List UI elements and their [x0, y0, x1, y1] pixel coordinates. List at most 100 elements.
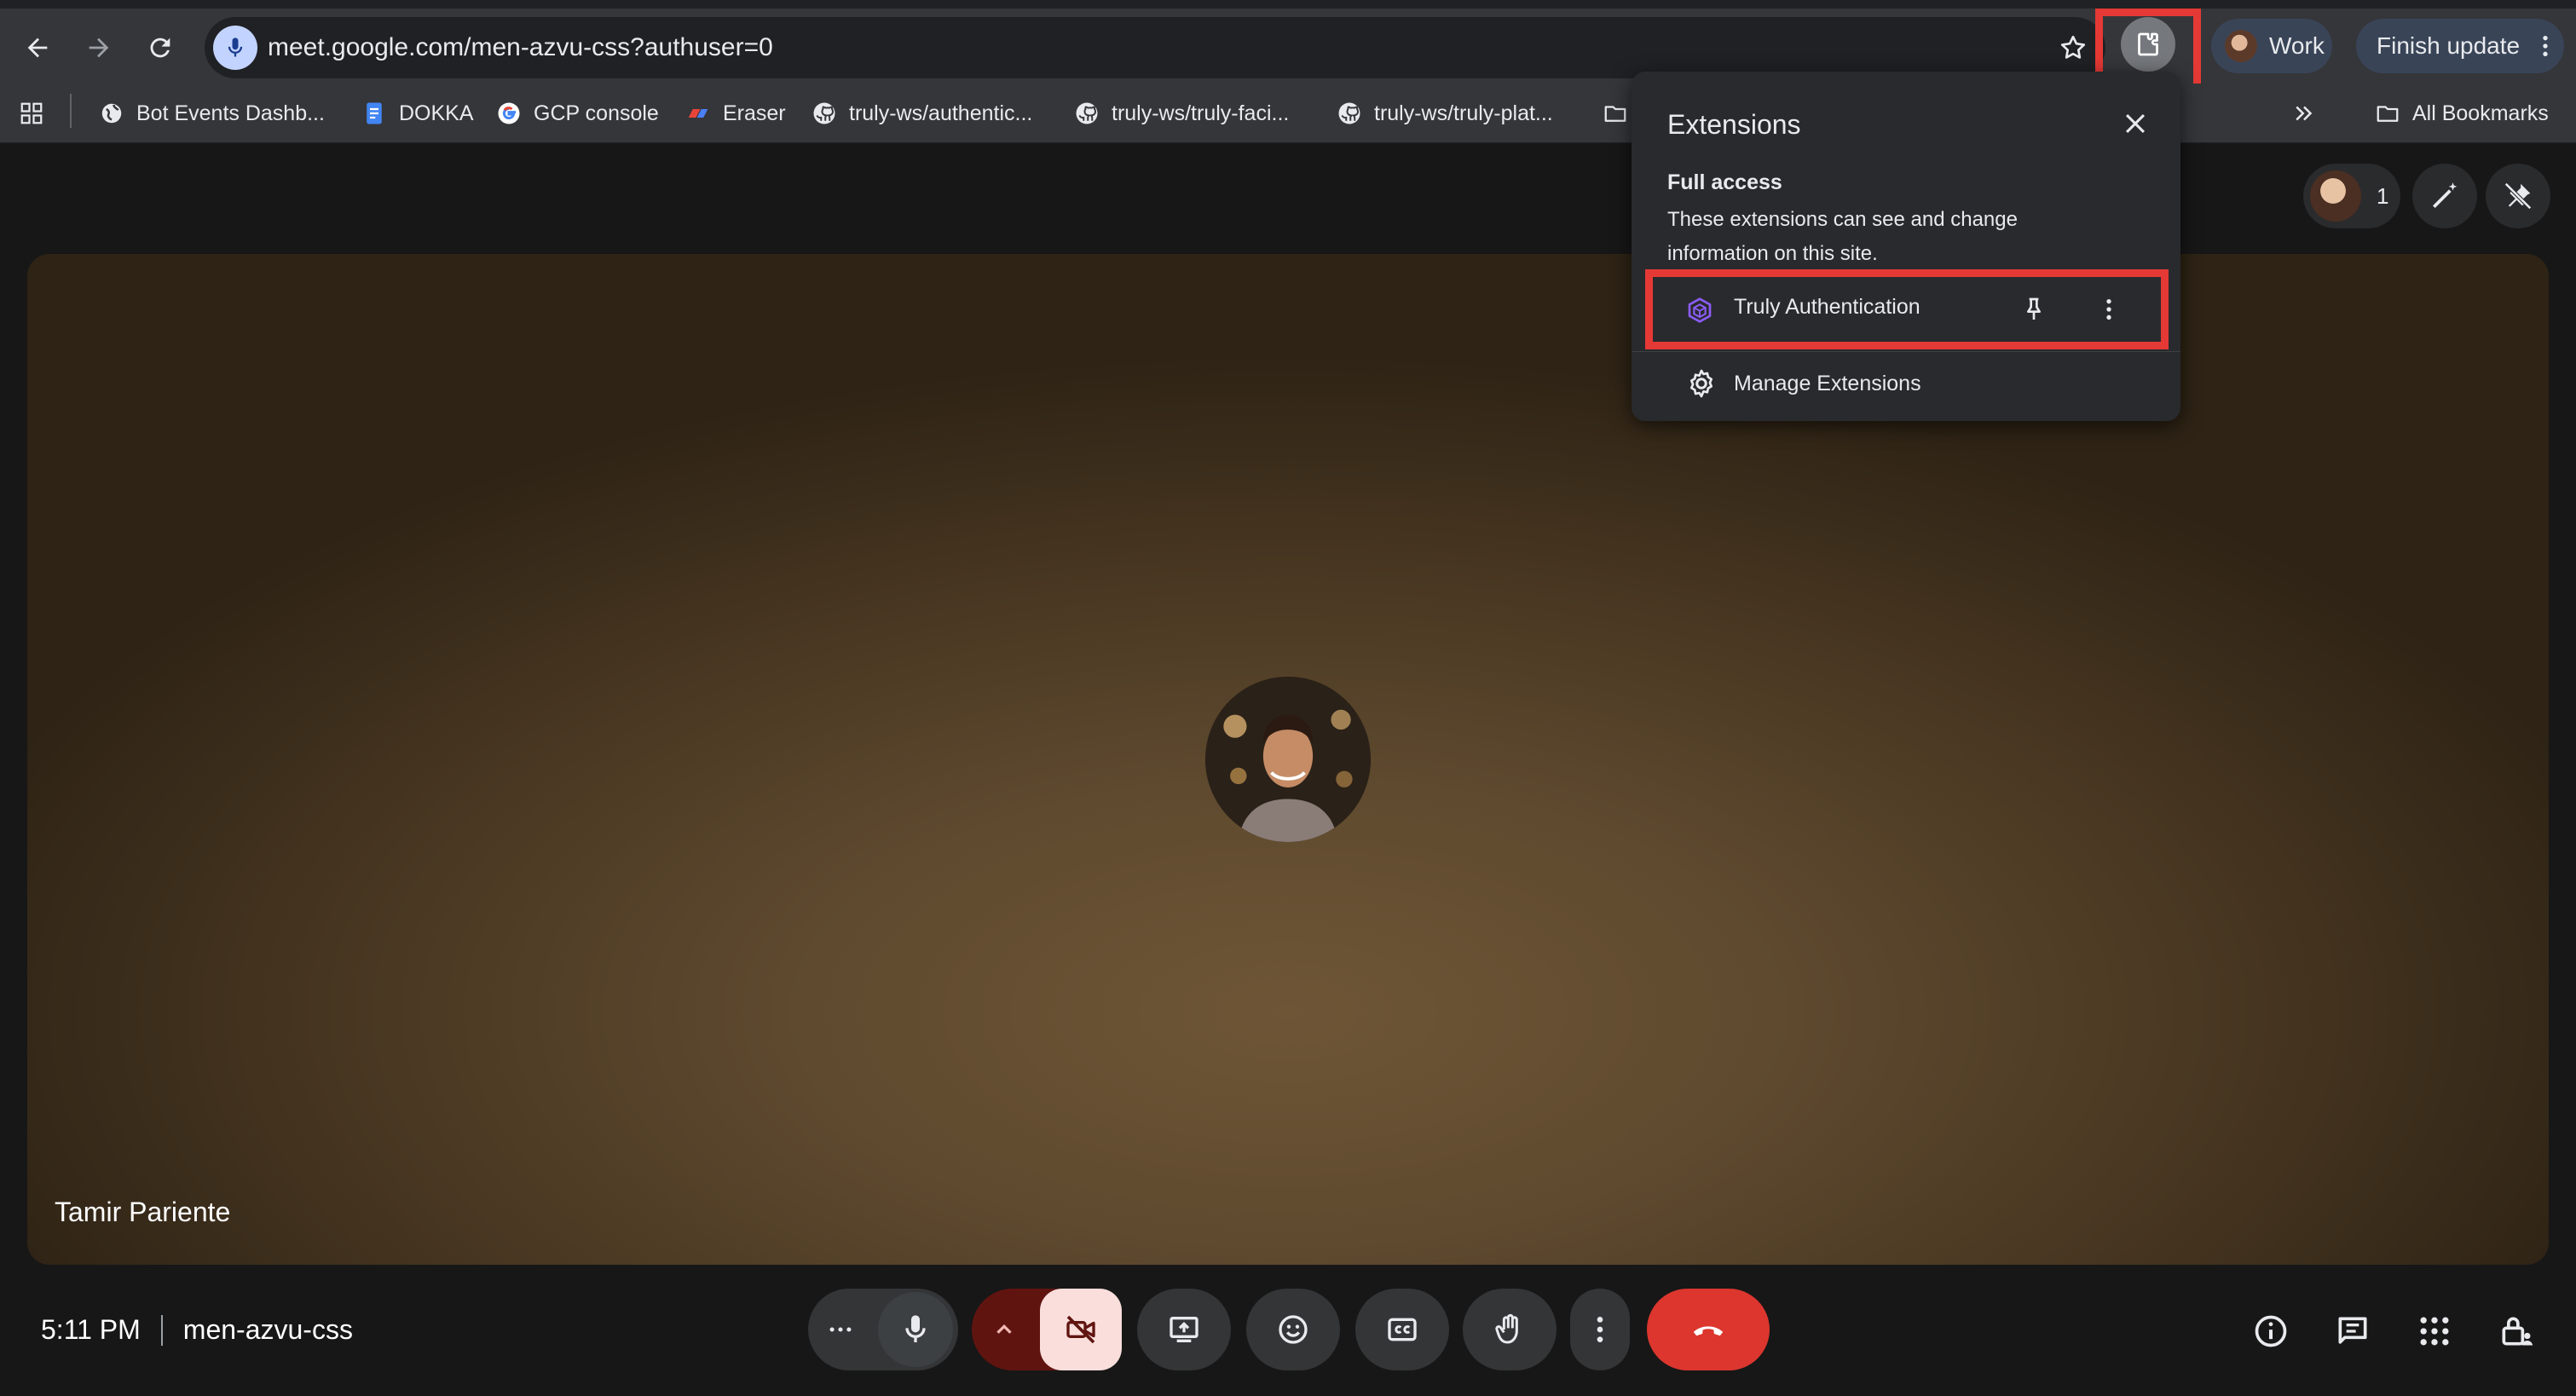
- reactions-button[interactable]: [1246, 1289, 1340, 1370]
- kebab-menu-icon: [1597, 1317, 1603, 1342]
- divider: [160, 1314, 163, 1346]
- arrow-left-icon: [27, 37, 48, 58]
- meeting-details-button[interactable]: [2250, 1311, 2291, 1352]
- manage-extensions-item[interactable]: Manage Extensions: [1654, 353, 2158, 414]
- apps-grid-icon: [20, 102, 43, 124]
- google-icon: [498, 102, 520, 124]
- all-bookmarks-label: All Bookmarks: [2412, 101, 2549, 125]
- bookmarks-overflow-button[interactable]: [2291, 84, 2317, 143]
- emoji-icon: [1279, 1315, 1308, 1344]
- participants-chip[interactable]: 1: [2303, 164, 2400, 228]
- unpin-button[interactable]: [2486, 164, 2550, 228]
- bookmark-item[interactable]: GCP console: [496, 84, 659, 143]
- extension-item-highlight: [1645, 269, 2169, 349]
- bookmark-item[interactable]: truly-ws/truly-plat...: [1337, 84, 1553, 143]
- leave-call-button[interactable]: [1647, 1289, 1770, 1370]
- participant-count: 1: [2377, 182, 2389, 209]
- address-bar[interactable]: meet.google.com/men-azvu-css?authuser=0: [205, 17, 2105, 78]
- bookmark-folder[interactable]: [1603, 84, 1628, 143]
- closed-captions-icon: [1388, 1318, 1417, 1341]
- finish-update-label: Finish update: [2377, 32, 2521, 59]
- bookmark-star-icon[interactable]: [2058, 32, 2088, 63]
- camera-off-icon: [1066, 1315, 1095, 1344]
- eraser-icon: [688, 109, 708, 118]
- more-options-button[interactable]: [1570, 1289, 1630, 1370]
- meeting-info: 5:11 PM men-azvu-css: [41, 1314, 353, 1346]
- present-screen-button[interactable]: [1137, 1289, 1231, 1370]
- lock-person-icon: [2502, 1317, 2533, 1346]
- bookmark-label: GCP console: [534, 101, 659, 125]
- folder-icon: [1604, 106, 1626, 122]
- docs-icon: [367, 102, 382, 124]
- bookmark-label: Bot Events Dashb...: [136, 101, 325, 125]
- bookmark-label: truly-ws/truly-faci...: [1112, 101, 1290, 125]
- bookmark-item[interactable]: truly-ws/authentic...: [811, 84, 1032, 143]
- audio-options-button[interactable]: [820, 1309, 861, 1350]
- meeting-code: men-azvu-css: [182, 1314, 353, 1345]
- close-icon[interactable]: [2121, 109, 2150, 138]
- bookmark-item[interactable]: DOKKA: [361, 84, 474, 143]
- bookmark-label: truly-ws/authentic...: [849, 101, 1033, 125]
- github-icon: [813, 102, 835, 124]
- captions-button[interactable]: [1355, 1289, 1449, 1370]
- chevron-up-icon: [996, 1324, 1012, 1334]
- divider: [1632, 351, 2180, 352]
- activities-button[interactable]: [2414, 1311, 2455, 1352]
- microphone-button[interactable]: [878, 1292, 953, 1367]
- github-icon: [1076, 102, 1098, 124]
- arrow-right-icon: [89, 37, 109, 58]
- apps-dots-icon: [2420, 1317, 2449, 1346]
- all-bookmarks-button[interactable]: All Bookmarks: [2375, 84, 2549, 143]
- camera-control: [972, 1289, 1122, 1370]
- current-time: 5:11 PM: [41, 1314, 141, 1345]
- camera-button[interactable]: [1040, 1289, 1122, 1370]
- forward-button[interactable]: [78, 27, 119, 68]
- magic-wand-icon: [2432, 182, 2458, 209]
- globe-icon: [101, 103, 122, 124]
- chevron-double-right-icon: [2296, 106, 2313, 121]
- present-screen-icon: [1170, 1317, 1198, 1342]
- profile-button[interactable]: Work: [2211, 19, 2332, 73]
- hand-icon: [1495, 1313, 1518, 1344]
- bookmark-item[interactable]: Eraser: [685, 84, 786, 143]
- section-heading: Full access: [1667, 170, 1782, 194]
- microphone-control: [808, 1289, 958, 1370]
- chat-icon: [2338, 1317, 2367, 1344]
- url-text[interactable]: meet.google.com/men-azvu-css?authuser=0: [268, 17, 773, 78]
- section-description: These extensions can see and change info…: [1667, 208, 2018, 265]
- kebab-menu-icon: [2543, 36, 2548, 56]
- back-button[interactable]: [17, 27, 58, 68]
- extensions-popup: Extensions Full access These extensions …: [1632, 72, 2180, 421]
- raise-hand-button[interactable]: [1463, 1289, 1557, 1370]
- bookmarks-divider: [70, 94, 72, 128]
- profile-avatar: [2225, 30, 2257, 62]
- apps-button[interactable]: [19, 84, 44, 143]
- browser-toolbar: meet.google.com/men-azvu-css?authuser=0 …: [0, 0, 2576, 102]
- reload-button[interactable]: [140, 27, 181, 68]
- meet-call-area: Tamir Pariente 1 5:11 PM men-azvu-css: [0, 143, 2576, 1396]
- visual-effects-button[interactable]: [2412, 164, 2477, 228]
- profile-label: Work: [2269, 32, 2325, 59]
- popup-title: Extensions: [1667, 109, 1801, 140]
- bookmark-label: DOKKA: [399, 101, 474, 125]
- info-icon: [2255, 1315, 2287, 1347]
- bookmark-label: truly-ws/truly-plat...: [1374, 101, 1553, 125]
- bookmark-item[interactable]: Bot Events Dashb...: [99, 84, 325, 143]
- bookmarks-bar: Bot Events Dashb... DOKKA GCP console Er…: [0, 84, 2576, 143]
- chat-button[interactable]: [2332, 1311, 2373, 1352]
- pin-off-icon: [2504, 182, 2532, 210]
- microphone-site-icon[interactable]: [213, 26, 257, 70]
- github-icon: [1338, 102, 1360, 124]
- bookmark-label: Eraser: [723, 101, 786, 125]
- finish-update-button[interactable]: Finish update: [2356, 19, 2564, 73]
- participant-avatar: [1205, 677, 1371, 842]
- more-horizontal-icon: [829, 1327, 852, 1332]
- bookmark-item[interactable]: truly-ws/truly-faci...: [1074, 84, 1289, 143]
- participant-thumbnail: [2310, 170, 2361, 222]
- video-options-button[interactable]: [984, 1309, 1025, 1350]
- hang-up-icon: [1693, 1326, 1724, 1336]
- participant-name: Tamir Pariente: [55, 1197, 231, 1227]
- host-controls-button[interactable]: [2496, 1311, 2537, 1352]
- microphone-icon: [905, 1315, 926, 1342]
- manage-extensions-label: Manage Extensions: [1734, 372, 1921, 395]
